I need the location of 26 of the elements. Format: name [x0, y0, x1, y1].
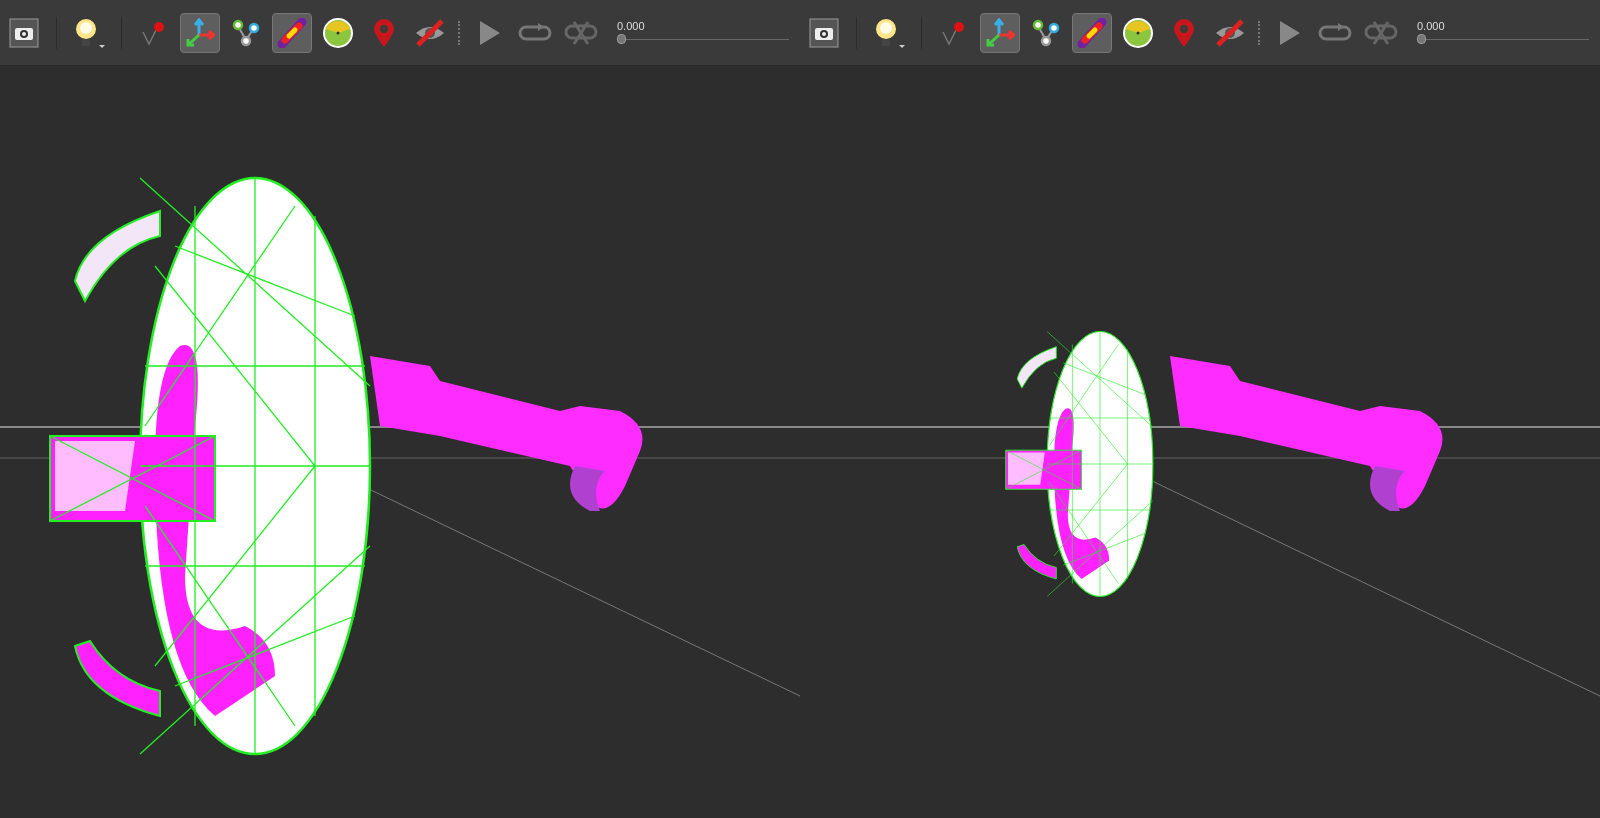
timeline-slider[interactable] [617, 34, 789, 44]
nodes-icon [1031, 17, 1061, 48]
time-readout: 0.000 [1417, 21, 1445, 32]
axes-icon [985, 17, 1015, 48]
gauge-icon [1122, 16, 1154, 49]
pin-icon [941, 19, 967, 46]
tool-button[interactable] [272, 12, 312, 53]
timeline-slider[interactable] [1417, 34, 1589, 44]
camera-icon [809, 17, 839, 48]
map-marker-icon [372, 17, 396, 48]
tool-button[interactable] [980, 12, 1020, 53]
heatmap-icon [277, 17, 307, 48]
slider-thumb[interactable] [617, 34, 626, 44]
time-readout: 0.000 [617, 21, 645, 32]
crossed-eye-icon [1214, 17, 1246, 48]
camera-icon [9, 17, 39, 48]
crossed-eye-icon [414, 17, 446, 48]
tool-button[interactable] [180, 12, 220, 53]
heatmap-icon [1077, 17, 1107, 48]
tool-button[interactable] [1072, 12, 1112, 53]
pin-icon [141, 19, 167, 46]
nodes-icon [231, 17, 261, 48]
slider-thumb[interactable] [1417, 34, 1426, 44]
gauge-icon [322, 16, 354, 49]
axes-icon [185, 17, 215, 48]
map-marker-icon [1172, 17, 1196, 48]
